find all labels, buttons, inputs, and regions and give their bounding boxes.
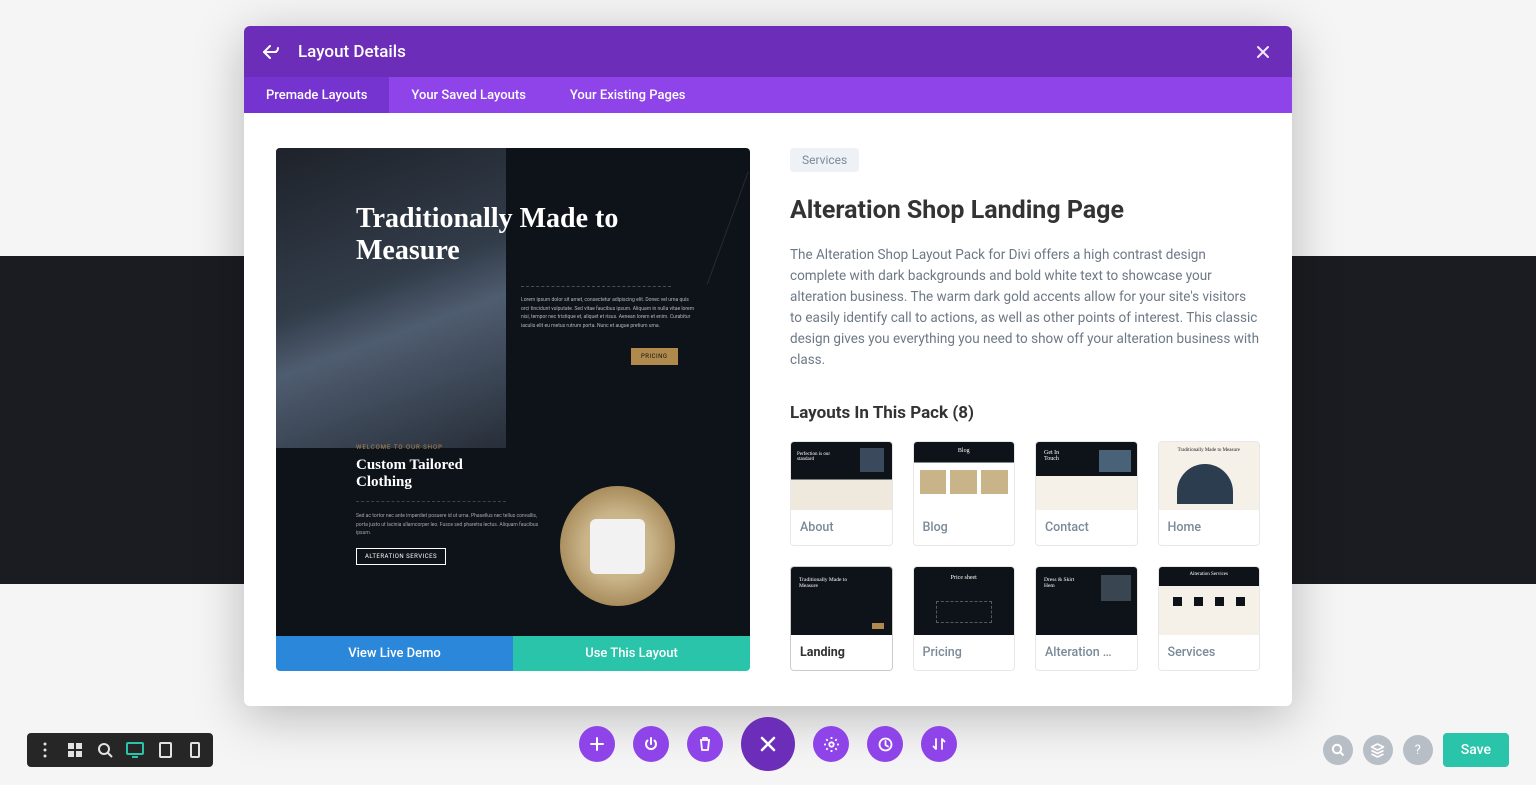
use-this-layout-button[interactable]: Use This Layout (513, 636, 750, 671)
pack-thumbnail (1036, 442, 1137, 510)
preview-cta: PRICING (631, 348, 678, 365)
pack-thumbnail (1036, 567, 1137, 635)
desktop-icon[interactable] (121, 736, 149, 764)
preview-actions: View Live Demo Use This Layout (276, 636, 750, 671)
layout-preview: Traditionally Made to Measure Lorem ipsu… (276, 148, 750, 636)
help-icon[interactable]: ? (1403, 735, 1433, 765)
pack-card-services[interactable]: Services (1158, 566, 1261, 671)
details-column: Services Alteration Shop Landing Page Th… (790, 148, 1260, 671)
builder-bar: ? Save (0, 725, 1536, 785)
preview-hero: Traditionally Made to Measure (356, 203, 700, 267)
pack-thumbnail (791, 567, 892, 635)
save-button[interactable]: Save (1443, 733, 1509, 767)
zoom-icon[interactable] (91, 736, 119, 764)
pack-thumbnail (1159, 442, 1260, 510)
preview-hero-title: Traditionally Made to Measure (356, 203, 636, 267)
trash-icon[interactable] (687, 726, 723, 762)
layout-title: Alteration Shop Landing Page (790, 196, 1260, 225)
power-icon[interactable] (633, 726, 669, 762)
pack-thumbnail (914, 442, 1015, 510)
pack-label: Pricing (914, 635, 1015, 670)
modal-body: Traditionally Made to Measure Lorem ipsu… (244, 113, 1292, 706)
preview-hero-image (276, 148, 506, 448)
pack-card-about[interactable]: About (790, 441, 893, 546)
close-main-icon[interactable] (741, 717, 795, 771)
preview-column: Traditionally Made to Measure Lorem ipsu… (276, 148, 750, 671)
button-label: View Live Demo (348, 646, 441, 661)
modal-header: Layout Details (244, 26, 1292, 77)
preview-lorem-2: Sed ac tortor nec ante imperdiet posuere… (356, 512, 546, 538)
sort-icon[interactable] (921, 726, 957, 762)
pack-heading: Layouts In This Pack (8) (790, 403, 1260, 423)
pack-label: Services (1159, 635, 1260, 670)
pack-thumbnail (914, 567, 1015, 635)
pack-label: About (791, 510, 892, 545)
preview-divider (521, 286, 671, 287)
tab-saved-layouts[interactable]: Your Saved Layouts (389, 77, 547, 113)
builder-bar-right: ? Save (1323, 733, 1509, 767)
button-label: Use This Layout (585, 646, 678, 661)
preview-divider-2 (356, 501, 506, 502)
pack-label: Home (1159, 510, 1260, 545)
tablet-icon[interactable] (151, 736, 179, 764)
tab-existing-pages[interactable]: Your Existing Pages (548, 77, 708, 113)
tab-label: Your Saved Layouts (411, 88, 525, 103)
view-live-demo-button[interactable]: View Live Demo (276, 636, 513, 671)
preview-outline-button: ALTERATION SERVICES (356, 548, 446, 565)
pack-label: Contact (1036, 510, 1137, 545)
modal-tabs: Premade Layouts Your Saved Layouts Your … (244, 77, 1292, 113)
pack-grid: About Blog Contact Home Landing Pricing Altera… (790, 441, 1260, 671)
phone-icon[interactable] (181, 736, 209, 764)
layout-description: The Alteration Shop Layout Pack for Divi… (790, 245, 1260, 371)
pack-card-contact[interactable]: Contact (1035, 441, 1138, 546)
preview-machine-image (560, 486, 675, 606)
pack-card-home[interactable]: Home (1158, 441, 1261, 546)
pack-card-pricing[interactable]: Pricing (913, 566, 1016, 671)
layout-details-modal: Layout Details Premade Layouts Your Save… (244, 26, 1292, 706)
preview-section2-title: Custom Tailored Clothing (356, 457, 506, 491)
pack-card-blog[interactable]: Blog (913, 441, 1016, 546)
gear-icon[interactable] (813, 726, 849, 762)
button-label: Save (1461, 742, 1491, 758)
close-icon[interactable] (1252, 41, 1274, 63)
history-icon[interactable] (867, 726, 903, 762)
category-tag[interactable]: Services (790, 148, 859, 172)
plus-icon[interactable] (579, 726, 615, 762)
preview-section-2: WELCOME TO OUR SHOP Custom Tailored Clot… (356, 444, 546, 565)
builder-bar-center (579, 717, 957, 771)
tab-premade-layouts[interactable]: Premade Layouts (244, 77, 389, 113)
pack-thumbnail (1159, 567, 1260, 635)
search-icon[interactable] (1323, 735, 1353, 765)
back-icon[interactable] (262, 45, 280, 59)
modal-title: Layout Details (298, 42, 1234, 62)
tab-label: Your Existing Pages (570, 88, 686, 103)
tab-label: Premade Layouts (266, 88, 367, 103)
pack-card-landing[interactable]: Landing (790, 566, 893, 671)
pack-label: Alteration … (1036, 635, 1137, 670)
layers-icon[interactable] (1363, 735, 1393, 765)
preview-welcome-label: WELCOME TO OUR SHOP (356, 444, 546, 451)
builder-bar-left (27, 733, 213, 767)
pack-label: Blog (914, 510, 1015, 545)
pack-thumbnail (791, 442, 892, 510)
pack-label: Landing (791, 635, 892, 670)
menu-icon[interactable] (31, 736, 59, 764)
pack-card-alteration-[interactable]: Alteration … (1035, 566, 1138, 671)
preview-lorem: Lorem ipsum dolor sit amet, consectetur … (521, 296, 696, 330)
grid-icon[interactable] (61, 736, 89, 764)
